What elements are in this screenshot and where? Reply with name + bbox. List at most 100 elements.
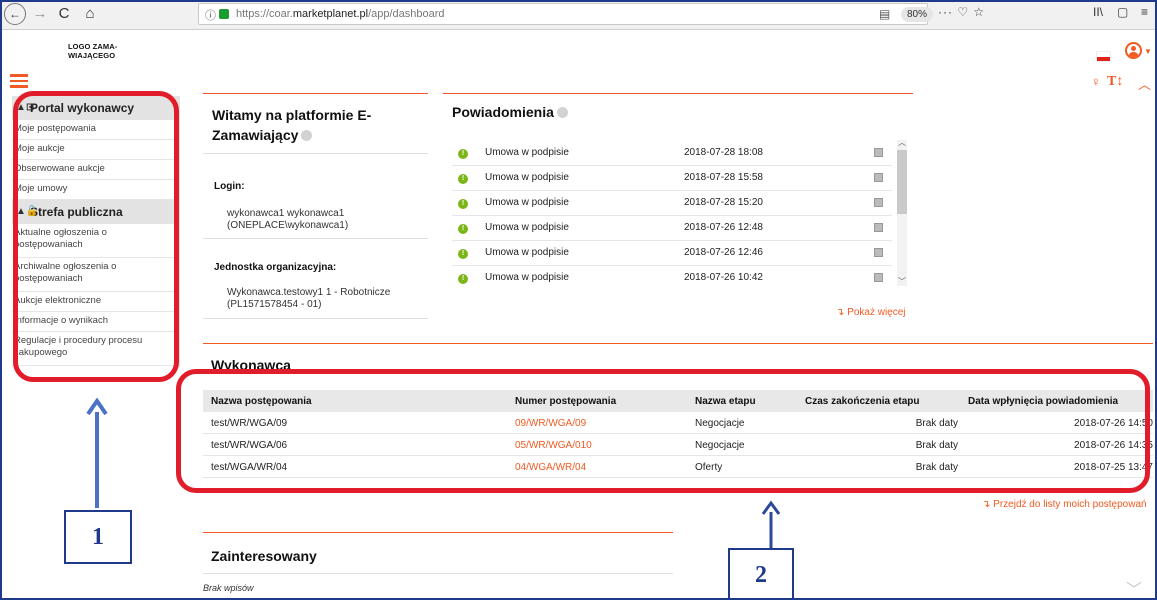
proceeding-name: test/WGA/WR/04 (211, 462, 288, 473)
welcome-title: Witamy na platformie E-Zamawiający (212, 105, 412, 145)
collapse-up-icon[interactable]: ︿ (1138, 74, 1151, 93)
notification-row[interactable]: ! Umowa w podpisie 2018-07-28 15:20 (452, 191, 892, 216)
proceeding-name: test/WR/WGA/06 (211, 440, 288, 451)
scroll-to-bottom-icon[interactable]: ﹀ (1126, 576, 1142, 600)
page-actions-icons[interactable]: ··· ♡ ☆ (938, 5, 985, 19)
notification-status-icon: ! (458, 199, 468, 209)
forward-button[interactable]: → (32, 3, 48, 25)
table-row[interactable]: test/WR/WGA/06 05/WR/WGA/010 Negocjacje … (203, 434, 1153, 456)
unlock-icon: ▲🔓 (16, 206, 39, 217)
hamburger-menu-icon[interactable] (10, 74, 28, 88)
lightbulb-icon[interactable]: ♀ (1091, 74, 1101, 89)
sidebar-section-strefa-publiczna[interactable]: ▲🔓 Strefa publiczna (12, 200, 179, 224)
info-icon[interactable] (301, 130, 313, 141)
notification-row[interactable]: ! Umowa w podpisie 2018-07-28 18:08 (452, 141, 892, 166)
mark-read-icon[interactable] (874, 273, 883, 282)
arrow-up-icon (761, 500, 781, 548)
mark-read-icon[interactable] (874, 223, 883, 232)
browser-toolbar: ← → C ⌂ ⓘ https://coar.marketplanet.pl/a… (0, 0, 1157, 30)
zoom-level-badge[interactable]: 80% (901, 7, 934, 22)
unit-label: Jednostka organizacyjna: (214, 262, 337, 273)
notification-date: 2018-07-28 15:58 (684, 172, 763, 183)
notification-text: Umowa w podpisie (485, 247, 569, 258)
portal-user-icon: ▲⊡ (16, 102, 35, 113)
column-header[interactable]: Nazwa etapu (695, 396, 756, 407)
browser-menu-icon[interactable]: ≡ (1141, 5, 1148, 19)
goto-my-proceedings-link[interactable]: ↴ Przejdź do listy moich postępowań (982, 499, 1147, 510)
address-bar[interactable]: ⓘ https://coar.marketplanet.pl/app/dashb… (198, 3, 934, 25)
notification-row[interactable]: ! Umowa w podpisie 2018-07-26 12:48 (452, 216, 892, 241)
logo[interactable]: LOGO ZAMA- WIAJĄCEGO (68, 42, 117, 60)
sidebar-item-informacje-o-wynikach[interactable]: Informacje o wynikach (12, 312, 179, 332)
notification-row[interactable]: ! Umowa w podpisie 2018-07-26 10:42 (452, 266, 892, 291)
notifications-title-text: Powiadomienia (452, 104, 554, 120)
mark-read-icon[interactable] (874, 248, 883, 257)
sidebar-item-obserwowane-aukcje[interactable]: Obserwowane aukcje (12, 160, 179, 180)
notification-date: 2018-07-26 12:48 (684, 222, 763, 233)
user-avatar-icon[interactable] (1125, 42, 1142, 59)
back-button[interactable]: ← (4, 3, 26, 25)
annotation-label-1: 1 (64, 510, 132, 564)
table-row[interactable]: test/WGA/WR/04 04/WGA/WR/04 Oferty Brak … (203, 456, 1153, 478)
stage-name: Negocjacje (695, 440, 745, 451)
notification-text: Umowa w podpisie (485, 197, 569, 208)
info-icon[interactable] (556, 107, 568, 118)
sidebar-item-moje-aukcje[interactable]: Moje aukcje (12, 140, 179, 160)
url-text[interactable]: https://coar.marketplanet.pl/app/dashboa… (236, 8, 445, 20)
column-header[interactable]: Czas zakończenia etapu (805, 396, 919, 407)
notification-row[interactable]: ! Umowa w podpisie 2018-07-26 12:46 (452, 241, 892, 266)
divider (203, 318, 428, 319)
stage-name: Oferty (695, 462, 723, 473)
url-path: /app/dashboard (368, 8, 445, 20)
scrollbar-thumb[interactable] (897, 150, 907, 214)
notification-received-date: 2018-07-26 14:35 (1074, 440, 1153, 451)
library-icon[interactable]: II\ (1093, 5, 1103, 19)
sidebar: ▲⊡ Portal wykonawcy Moje postępowania Mo… (12, 96, 180, 366)
sidebar-item-aukcje-elektroniczne[interactable]: Aukcje elektroniczne (12, 292, 179, 312)
welcome-title-text: Witamy na platformie E-Zamawiający (212, 107, 372, 143)
show-more-link[interactable]: ↴ Pokaż więcej (836, 307, 906, 318)
show-more-label: Pokaż więcej (847, 307, 906, 318)
notifications-card-topline (443, 93, 913, 94)
sidebar-item-moje-umowy[interactable]: Moje umowy (12, 180, 179, 200)
proceeding-number-link[interactable]: 05/WR/WGA/010 (515, 440, 592, 451)
font-size-icon[interactable]: T↕ (1107, 74, 1123, 90)
reader-view-icon[interactable]: ▤ (879, 7, 890, 21)
reload-button[interactable]: C (56, 3, 72, 25)
sidebar-section-label: Portal wykonawcy (30, 101, 135, 115)
stage-name: Negocjacje (695, 418, 745, 429)
column-header[interactable]: Data wpłynięcia powiadomienia (968, 396, 1118, 407)
sidebar-section-portal-wykonawcy[interactable]: ▲⊡ Portal wykonawcy (12, 96, 179, 120)
notification-text: Umowa w podpisie (485, 147, 569, 158)
scroll-down-icon[interactable]: ﹀ (898, 276, 906, 287)
proceeding-number-link[interactable]: 09/WR/WGA/09 (515, 418, 586, 429)
mark-read-icon[interactable] (874, 198, 883, 207)
notification-row[interactable]: ! Umowa w podpisie 2018-07-28 15:58 (452, 166, 892, 191)
stage-end-time: Brak daty (915, 418, 958, 429)
sidebar-item-aktualne-ogloszenia[interactable]: Aktualne ogłoszenia o postępowaniach (12, 224, 179, 258)
chevron-down-icon[interactable]: ▼ (1144, 47, 1152, 56)
sidebar-item-regulacje[interactable]: Regulacje i procedury procesu zakupowego (12, 332, 179, 366)
sidebar-item-archiwalne-ogloszenia[interactable]: Archiwalne ogłoszenia o postępowaniach (12, 258, 179, 292)
contractor-title: Wykonawca (211, 357, 291, 373)
stage-end-time: Brak daty (915, 462, 958, 473)
welcome-card-topline (203, 93, 428, 94)
home-button[interactable]: ⌂ (82, 3, 98, 25)
mark-read-icon[interactable] (874, 173, 883, 182)
sidebar-toggle-icon[interactable]: ▢ (1117, 5, 1128, 19)
table-row[interactable]: test/WR/WGA/09 09/WR/WGA/09 Negocjacje B… (203, 412, 1153, 434)
sidebar-item-moje-postepowania[interactable]: Moje postępowania (12, 120, 179, 140)
language-flag-pl-icon[interactable] (1097, 52, 1110, 61)
column-header[interactable]: Numer postępowania (515, 396, 616, 407)
proceeding-number-link[interactable]: 04/WGA/WR/04 (515, 462, 586, 473)
notification-received-date: 2018-07-25 13:47 (1074, 462, 1153, 473)
unit-value: Wykonawca.testowy1 1 - Robotnicze (PL157… (227, 287, 391, 310)
notifications-title: Powiadomienia (452, 104, 568, 120)
site-info-icon[interactable]: ⓘ (205, 7, 216, 23)
scroll-up-icon[interactable]: ︿ (898, 137, 906, 148)
mark-read-icon[interactable] (874, 148, 883, 157)
notification-received-date: 2018-07-26 14:50 (1074, 418, 1153, 429)
notification-status-icon: ! (458, 249, 468, 259)
goto-list-label: Przejdź do listy moich postępowań (993, 499, 1147, 510)
column-header[interactable]: Nazwa postępowania (211, 396, 312, 407)
